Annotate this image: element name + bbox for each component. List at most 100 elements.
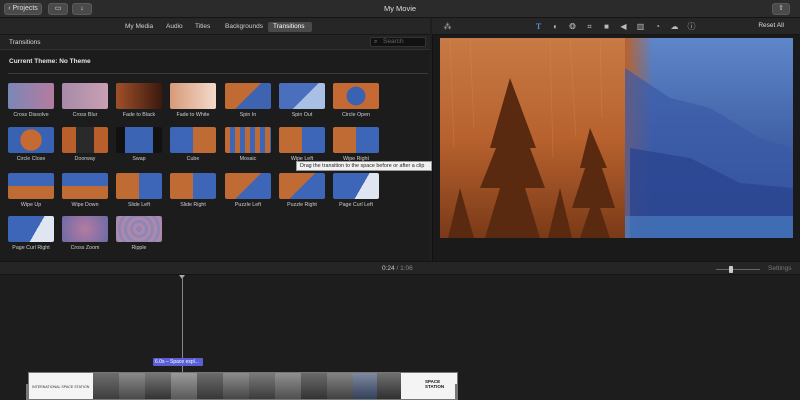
tab-backgrounds[interactable]: Backgrounds [220, 22, 268, 32]
color-balance-icon[interactable]: ◐ [550, 21, 561, 32]
transition-label: Puzzle Right [287, 202, 317, 208]
divider [8, 73, 428, 74]
time-separator: / [396, 265, 399, 272]
title-bar: ‹ Projects ▭ ↓ My Movie ⇧ [0, 0, 800, 18]
speed-icon[interactable]: ◔ [652, 21, 663, 32]
title-text-icon[interactable]: T [533, 21, 544, 32]
viewer-toolbar: ⁂ T ◐ ❂ ⌗ ■ ◀ ▥ ◔ ☁ ⓘ Reset All [432, 18, 800, 35]
clip-frame [145, 373, 171, 399]
transition-label: Cross Blur [72, 112, 98, 118]
clip-frame [327, 373, 353, 399]
transition-tile-fade-to-white[interactable] [170, 83, 216, 109]
info-icon[interactable]: ⓘ [686, 21, 697, 32]
zoom-slider-handle[interactable] [729, 266, 733, 273]
preview-image[interactable] [440, 38, 793, 238]
volume-icon[interactable]: ◀ [618, 21, 629, 32]
zoom-slider-track[interactable] [716, 269, 760, 270]
equalizer-icon[interactable]: ▥ [635, 21, 646, 32]
reset-all-button[interactable]: Reset All [758, 22, 784, 29]
transition-tile-wipe-right[interactable] [333, 127, 379, 153]
transition-label: Doorway [74, 156, 96, 162]
browser-title: Transitions [9, 39, 41, 46]
transition-tile-circle-close[interactable] [8, 127, 54, 153]
media-tab-bar: My Media Audio Titles Backgrounds Transi… [0, 18, 430, 35]
tab-titles[interactable]: Titles [190, 22, 215, 32]
transition-tile-wipe-up[interactable] [8, 173, 54, 199]
settings-button[interactable]: Settings [768, 265, 792, 272]
transition-tile-cube[interactable] [170, 127, 216, 153]
transition-label: Page Curl Left [339, 202, 373, 208]
transition-tile-puzzle-right[interactable] [279, 173, 325, 199]
transition-tile-cross-zoom[interactable] [62, 216, 108, 242]
clip-frame [249, 373, 275, 399]
iss-title-text: INTERNATIONAL SPACE STATION [32, 385, 90, 389]
share-icon: ⇧ [778, 5, 784, 12]
transition-tile-wipe-down[interactable] [62, 173, 108, 199]
clip-frame [119, 373, 145, 399]
imovie-window: ‹ Projects ▭ ↓ My Movie ⇧ My Media Audio… [0, 0, 800, 400]
clip-frame [93, 373, 119, 399]
transition-tile-ripple[interactable] [116, 216, 162, 242]
clip-duration-tag[interactable]: 6.0s – Space expl... [153, 358, 203, 366]
search-placeholder: Search [383, 38, 404, 45]
transition-label: Cross Dissolve [13, 112, 49, 118]
iss-title-card-right: SPACE STATION [401, 373, 457, 399]
transition-tile-cross-dissolve[interactable] [8, 83, 54, 109]
transition-tile-swap[interactable] [116, 127, 162, 153]
tab-transitions[interactable]: Transitions [268, 22, 312, 32]
transition-label: Circle Open [342, 112, 370, 118]
timecode-display: 0:24 / 1:06 [382, 265, 413, 272]
noise-reduction-icon[interactable]: ☁ [669, 21, 680, 32]
clip-frame [171, 373, 197, 399]
transition-label: Fade to Black [122, 112, 156, 118]
transition-tile-cross-blur[interactable] [62, 83, 108, 109]
clip-frame [377, 373, 401, 399]
transition-tile-slide-left[interactable] [116, 173, 162, 199]
clip-frame [275, 373, 301, 399]
magic-wand-icon[interactable]: ⁂ [442, 21, 453, 32]
search-input[interactable]: ⌕ Search [370, 37, 426, 47]
current-time: 0:24 [382, 265, 395, 272]
clip-frame [223, 373, 249, 399]
transition-label: Wipe Down [71, 202, 99, 208]
transition-tile-circle-open[interactable] [333, 83, 379, 109]
clip-trim-handle-right[interactable] [455, 384, 458, 400]
window-title: My Movie [383, 4, 417, 13]
clip-frame [197, 373, 223, 399]
transition-label: Spin In [239, 112, 257, 118]
timeline[interactable]: 6.0s – Space expl... INTERNATIONAL SPACE… [0, 275, 800, 400]
transition-label: Swap [132, 156, 146, 162]
transition-label: Mosaic [239, 156, 257, 162]
current-theme-label: Current Theme: No Theme [9, 58, 91, 65]
browser-header: Transitions ⌕ Search [0, 35, 430, 50]
preview-frame-graphic [440, 38, 793, 238]
transition-tile-mosaic[interactable] [225, 127, 271, 153]
transition-label: Wipe Up [20, 202, 42, 208]
crop-icon[interactable]: ⌗ [584, 21, 595, 32]
transition-tile-puzzle-left[interactable] [225, 173, 271, 199]
clip-frame [301, 373, 327, 399]
transition-tile-wipe-left[interactable] [279, 127, 325, 153]
timeline-toolbar: 0:24 / 1:06 Settings [0, 261, 800, 275]
video-clip-strip[interactable]: INTERNATIONAL SPACE STATION SPACE STATIO… [28, 372, 458, 400]
transition-tile-spin-in[interactable] [225, 83, 271, 109]
transition-tile-doorway[interactable] [62, 127, 108, 153]
iss-title-card-left: INTERNATIONAL SPACE STATION [29, 373, 93, 399]
iss-logo-text: SPACE STATION [425, 379, 445, 389]
share-button[interactable]: ⇧ [772, 3, 790, 15]
transition-label: Puzzle Left [234, 202, 262, 208]
transition-label: Ripple [131, 245, 147, 251]
transition-tile-page-curl-left[interactable] [333, 173, 379, 199]
tab-audio[interactable]: Audio [161, 22, 188, 32]
tab-my-media[interactable]: My Media [120, 22, 158, 32]
transition-tile-spin-out[interactable] [279, 83, 325, 109]
transition-label: Cube [186, 156, 200, 162]
color-palette-icon[interactable]: ❂ [567, 21, 578, 32]
transition-label: Cross Zoom [70, 245, 100, 251]
transition-tile-fade-to-black[interactable] [116, 83, 162, 109]
transition-label: Slide Left [127, 202, 151, 208]
transition-label: Page Curl Right [12, 245, 50, 251]
transition-tile-slide-right[interactable] [170, 173, 216, 199]
transition-tile-page-curl-right[interactable] [8, 216, 54, 242]
camera-stabilization-icon[interactable]: ■ [601, 21, 612, 32]
